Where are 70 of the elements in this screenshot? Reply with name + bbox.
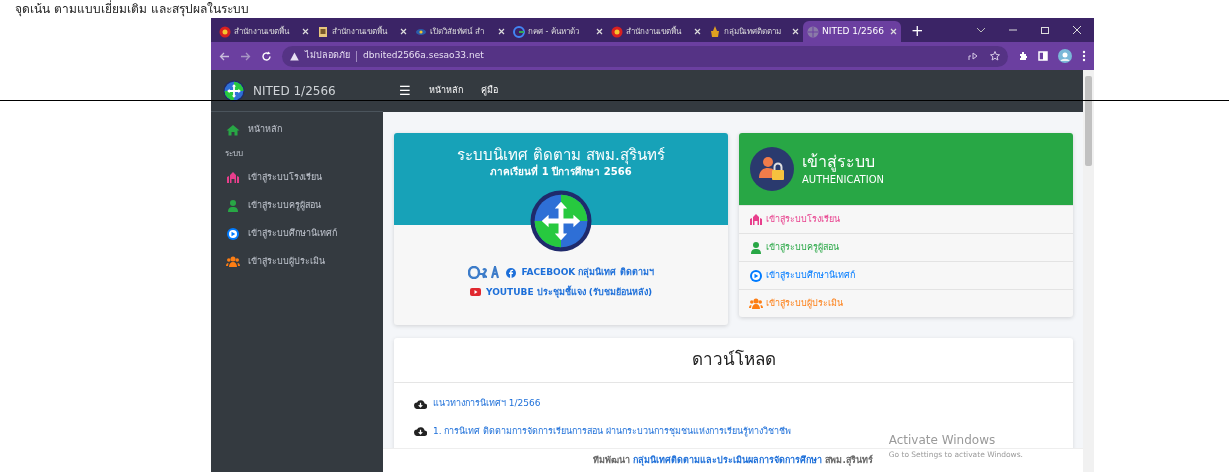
new-tab-button[interactable]: +	[901, 21, 934, 42]
star-icon[interactable]	[990, 51, 1000, 61]
close-icon[interactable]	[302, 28, 309, 35]
globe-icon	[807, 25, 819, 38]
close-icon[interactable]	[498, 28, 505, 35]
url-text: dbnited2566a.sesao33.net	[363, 49, 484, 63]
card-title: ดาวน์โหลด	[394, 338, 1073, 383]
address-bar[interactable]: ไม่ปลอดภัย dbnited2566a.sesao33.net	[282, 45, 1008, 67]
sidepanel-icon[interactable]	[1038, 51, 1048, 61]
sidebar-item[interactable]: หน้าหลัก	[211, 116, 383, 144]
browser-tab[interactable]: กคศ - ค้นหาด้ว	[509, 21, 607, 42]
facebook-icon	[506, 267, 517, 278]
logo-icon	[223, 79, 245, 102]
activation-title: Activate Windows	[888, 431, 997, 449]
card-subtitle: ภาคเรียนที่ 1 ปีการศึกษา 2566	[489, 164, 632, 179]
login-link[interactable]: เข้าสู่ระบบศึกษานิเทศก์	[739, 261, 1073, 289]
restore-icon[interactable]	[1040, 25, 1050, 35]
browser-tab[interactable]: NITED 1/2566	[803, 21, 901, 42]
share-icon[interactable]	[968, 51, 978, 61]
reload-icon[interactable]	[261, 50, 272, 62]
logo-icon	[530, 190, 592, 252]
download-link[interactable]: แนวทางการนิเทศฯ 1/2566	[433, 397, 541, 411]
sidebar-item[interactable]: เข้าสู่ระบบครูผู้สอน	[211, 192, 383, 220]
login-link[interactable]: เข้าสู่ระบบโรงเรียน	[739, 205, 1073, 233]
emblem-icon	[219, 25, 231, 38]
warning-icon	[290, 51, 299, 61]
card-subtitle: AUTHENICATION	[802, 172, 884, 187]
social-link[interactable]: FACEBOOK กลุ่มนิเทศ ติดตามฯ	[506, 266, 654, 280]
document-icon	[317, 25, 329, 38]
chevron-icon[interactable]	[976, 25, 986, 35]
download-link[interactable]: 1. การนิเทศ ติดตามการจัดการเรียนการสอน ผ่านกระบวนการชุมชนแห่งการเรียนรู้ทางวิชาชีพ	[433, 424, 792, 438]
emblem-icon	[611, 25, 623, 38]
avatar-icon[interactable]	[1058, 49, 1072, 63]
cloud-download-icon	[414, 398, 427, 409]
youtube-icon	[469, 288, 481, 297]
nav-link[interactable]: หน้าหลัก	[428, 84, 463, 98]
browser-tab[interactable]: กลุ่มนิเทศติดตาม	[705, 21, 803, 42]
footer-link[interactable]: กลุ่มนิเทศติดตามและประเมินผลการจัดการศึกษา	[633, 454, 823, 465]
user-lock-icon	[750, 147, 794, 191]
card-title: ระบบนิเทศ ติดตาม สพม.สุรินทร์	[456, 146, 666, 164]
document-heading: จุดเน้น ตามแบบเยี่ยมเติม และสรุปผลในระบบ	[14, 0, 250, 18]
puzzle-icon[interactable]	[1018, 51, 1028, 61]
social-link[interactable]: YOUTUBE ประชุมชี้แจง (รับชมย้อนหลัง)	[469, 285, 653, 299]
kebab-menu-icon[interactable]	[1082, 50, 1086, 62]
card-title: เข้าสู่ระบบ	[802, 151, 876, 172]
security-label: ไม่ปลอดภัย	[305, 49, 350, 63]
menu-button[interactable]: ☰	[399, 81, 411, 101]
sidebar-item[interactable]: เข้าสู่ระบบผู้ประเมิน	[211, 248, 383, 276]
back-icon[interactable]	[219, 50, 230, 62]
sidebar-item[interactable]: เข้าสู่ระบบโรงเรียน	[211, 164, 383, 192]
nav-link[interactable]: คู่มือ	[480, 84, 498, 98]
close-icon[interactable]	[1072, 25, 1082, 35]
forward-icon[interactable]	[240, 50, 251, 62]
cloud-download-icon	[414, 426, 427, 437]
browser-tab[interactable]: เปิดวิสัยทัศน์ สำ	[411, 21, 509, 42]
close-icon[interactable]	[890, 28, 897, 35]
close-icon[interactable]	[400, 28, 407, 35]
google-icon	[513, 25, 525, 38]
footer-text: ทีมพัฒนา กลุ่มนิเทศติดตามและประเมินผลการจัดการศึกษา สพม.สุรินทร์	[593, 453, 873, 468]
close-icon[interactable]	[694, 28, 701, 35]
browser-tab[interactable]: สำนักงานเขตพื้น	[215, 21, 313, 42]
scrollbar-thumb[interactable]	[1085, 76, 1092, 166]
browser-tab[interactable]: สำนักงานเขตพื้น	[313, 21, 411, 42]
close-icon[interactable]	[792, 28, 799, 35]
browser-tab[interactable]: สำนักงานเขตพื้น	[607, 21, 705, 42]
home-icon	[226, 124, 240, 136]
brand-name[interactable]: NITED 1/2566	[253, 81, 336, 100]
sidebar-item[interactable]: เข้าสู่ระบบศึกษานิเทศก์	[211, 220, 383, 248]
section-label: ระบบ	[224, 148, 244, 160]
close-icon[interactable]	[596, 28, 603, 35]
